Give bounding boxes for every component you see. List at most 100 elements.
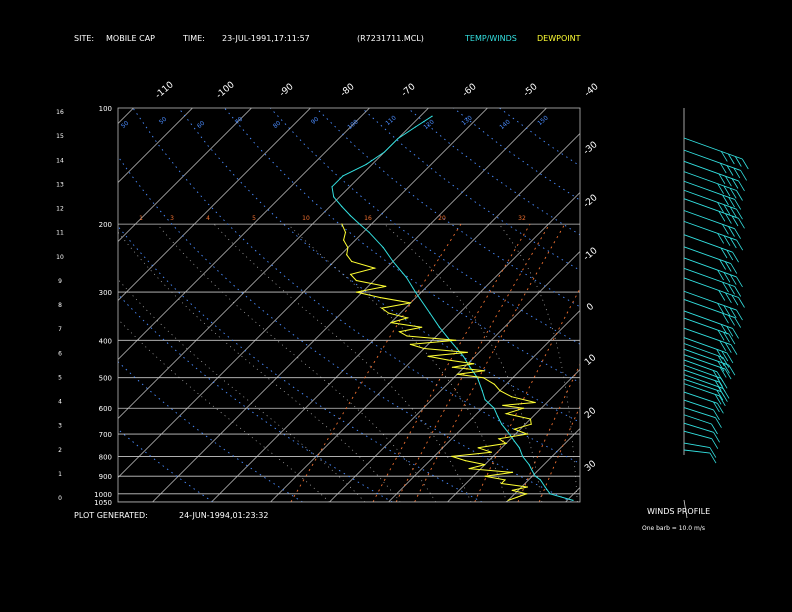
dry-adiabat-line <box>453 108 580 201</box>
wind-barb-shaft <box>683 442 710 449</box>
top-temp-label: -50 <box>522 82 540 99</box>
wind-barb-shaft <box>683 180 735 200</box>
moist-adiabat-line <box>213 223 472 502</box>
dewpoint-point <box>456 373 458 375</box>
wind-barb-flag <box>713 409 720 421</box>
temperature-point <box>359 223 361 225</box>
mixing-ratio-line <box>585 224 705 502</box>
dry-adiabat-line <box>499 108 580 167</box>
temperature-point <box>481 390 483 392</box>
moist-adiabat-line <box>118 231 401 502</box>
dewpoint-line <box>341 223 536 501</box>
dewpoint-point <box>468 468 470 470</box>
isotherm-line <box>118 108 488 478</box>
dewpoint-point <box>406 317 408 319</box>
axis-labels: 1002003004005006007008009001000105016151… <box>56 80 601 507</box>
right-temp-label: 10 <box>583 353 598 368</box>
dry-adiabat-line <box>315 108 580 308</box>
chart-grid <box>117 107 792 503</box>
wind-barb-flag <box>738 180 745 192</box>
temperature-point <box>534 475 536 477</box>
height-km-label: 6 <box>58 350 62 357</box>
dewpoint-point <box>511 489 513 491</box>
wind-barb-flag <box>736 190 743 201</box>
dry-adiabat-label: 110 <box>384 114 397 127</box>
pressure-tick-label: 400 <box>99 337 112 345</box>
isotherm-line <box>506 428 580 502</box>
dry-adiabat-line <box>118 428 214 502</box>
right-temp-label: 30 <box>583 459 598 474</box>
temperature-point <box>484 399 486 401</box>
top-temp-label: -80 <box>339 82 357 99</box>
isotherm-line <box>565 487 580 502</box>
site-label: SITE: <box>74 34 94 43</box>
wind-barb-shaft <box>683 137 743 160</box>
isotherm-line <box>118 108 370 360</box>
pressure-tick-label: 300 <box>99 289 112 297</box>
wind-barb-flag <box>709 452 717 464</box>
winds-profile-title: WINDS PROFILE <box>647 507 710 516</box>
temperature-point <box>342 175 344 177</box>
temperature-point <box>531 469 533 472</box>
skewt-chart: SITE: MOBILE CAP TIME: 23-JUL-1991,17:11… <box>56 34 792 532</box>
top-temp-label: -90 <box>278 82 296 99</box>
temperature-point <box>341 205 343 208</box>
temperature-point <box>438 326 440 328</box>
legend-temp-winds: TEMP/WINDS <box>464 34 517 43</box>
wind-barb-flag <box>741 158 749 170</box>
isotherm-line <box>329 251 580 502</box>
wind-barb-flag <box>734 199 742 210</box>
temperature-point <box>549 493 551 495</box>
temperature-point <box>469 366 471 368</box>
dry-adiabat-label: 50 <box>120 120 130 130</box>
dewpoint-point <box>388 312 390 314</box>
wind-barb-flag <box>738 297 745 308</box>
temperature-point <box>397 138 399 140</box>
temperature-point <box>518 447 521 449</box>
wind-barb-flag <box>711 423 718 435</box>
mixing-ratio-line <box>414 223 566 502</box>
height-km-label: 0 <box>58 495 62 502</box>
isotherm-line <box>118 108 429 419</box>
dewpoint-point <box>455 339 457 341</box>
wind-barb-shaft <box>683 327 732 346</box>
wind-barb-flag <box>732 251 739 263</box>
mixing-ratio-label: 16 <box>364 215 372 222</box>
mixing-ratio-label: 5 <box>252 215 256 222</box>
right-temp-label: 0 <box>585 302 596 314</box>
temperature-line <box>331 115 574 501</box>
dewpoint-point <box>421 326 423 328</box>
dewpoint-point <box>464 460 466 462</box>
height-km-label: 3 <box>58 423 62 430</box>
top-temp-label: -40 <box>583 82 601 99</box>
isotherm-line <box>118 108 311 301</box>
dewpoint-point <box>406 335 408 337</box>
wind-barb-flag <box>730 263 738 274</box>
temperature-point <box>349 215 351 217</box>
temperature-point <box>331 186 333 188</box>
dewpoint-point <box>511 471 514 473</box>
mixing-ratio-label: 10 <box>302 215 310 222</box>
dewpoint-point <box>341 223 343 225</box>
right-temp-label: -20 <box>582 193 600 210</box>
dewpoint-point <box>473 363 475 365</box>
isotherm-line <box>625 108 792 502</box>
pressure-tick-label: 1050 <box>94 499 112 507</box>
dewpoint-point <box>504 479 506 481</box>
dry-adiabat-line <box>118 361 303 502</box>
wind-barb-flag <box>709 447 717 458</box>
dewpoint-point <box>483 370 485 372</box>
dewpoint-point <box>398 331 401 333</box>
dewpoint-point <box>530 423 532 425</box>
wind-barb-flag <box>736 276 743 288</box>
dewpoint-point <box>500 482 502 485</box>
wind-barb-flag <box>711 438 719 449</box>
wind-barb-shaft <box>683 449 711 454</box>
legend-dewpoint: DEWPOINT <box>537 34 581 43</box>
pressure-tick-label: 100 <box>99 105 112 113</box>
dewpoint-point <box>484 464 486 466</box>
temperature-point <box>333 196 335 198</box>
wind-barb-flag <box>715 417 722 428</box>
wind-barb-shaft <box>683 310 733 329</box>
mixing-ratio-label: 20 <box>438 215 446 222</box>
